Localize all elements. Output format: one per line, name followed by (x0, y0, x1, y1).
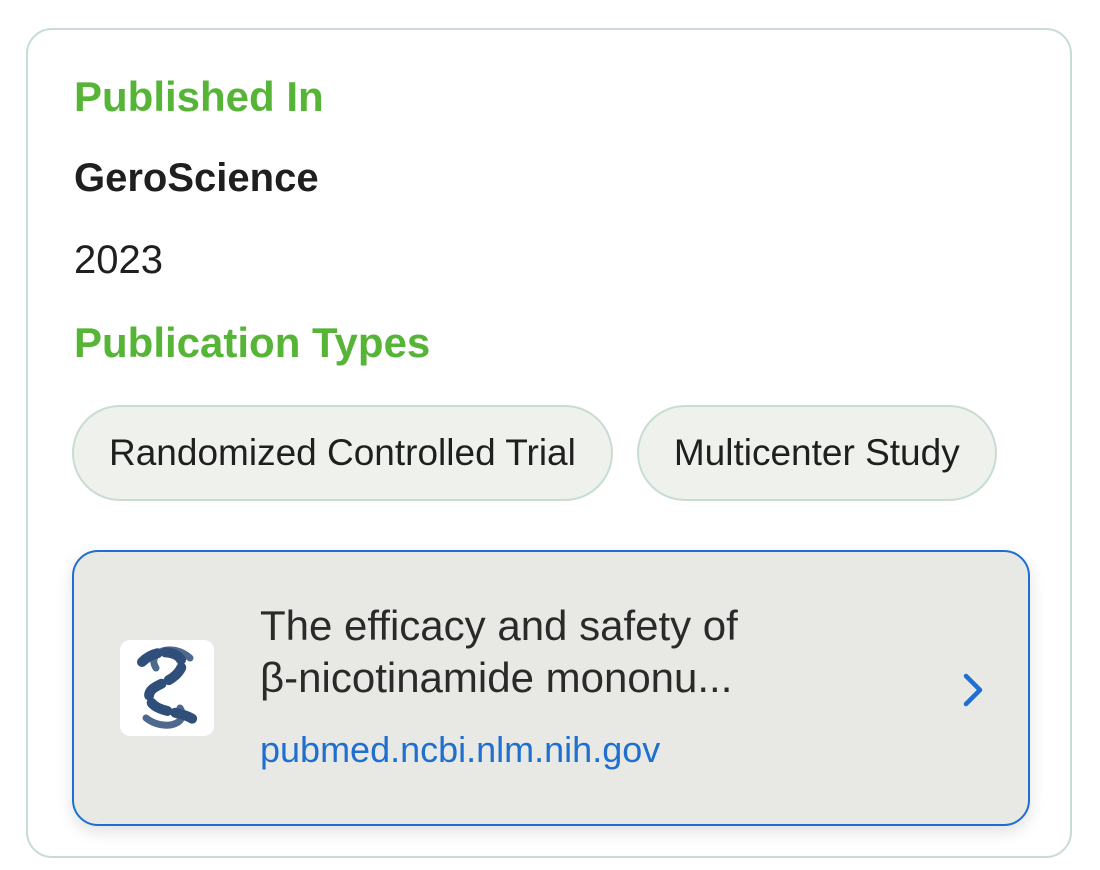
published-in-heading: Published In (74, 73, 324, 120)
link-title: The efficacy and safety of β-nicotinamid… (260, 600, 900, 704)
publication-types-heading: Publication Types (74, 319, 431, 366)
publication-info-card: Published In GeroScience 2023 Publicatio… (26, 28, 1072, 858)
journal-name: GeroScience (74, 156, 319, 200)
publication-type-chip[interactable]: Multicenter Study (636, 405, 997, 501)
publication-year: 2023 (74, 238, 163, 282)
pubmed-link-card[interactable]: The efficacy and safety of β-nicotinamid… (72, 550, 1030, 826)
publication-types-row: Randomized Controlled Trial Multicenter … (72, 402, 1029, 504)
publication-type-chip[interactable]: Randomized Controlled Trial (72, 405, 613, 501)
chevron-right-icon (952, 670, 992, 710)
link-title-line: The efficacy and safety of (260, 602, 738, 649)
pubmed-icon (120, 640, 214, 736)
publication-types-scroller[interactable]: Randomized Controlled Trial Multicenter … (72, 402, 1029, 504)
link-title-line: β-nicotinamide mononu... (260, 654, 733, 701)
link-domain: pubmed.ncbi.nlm.nih.gov (260, 729, 661, 770)
